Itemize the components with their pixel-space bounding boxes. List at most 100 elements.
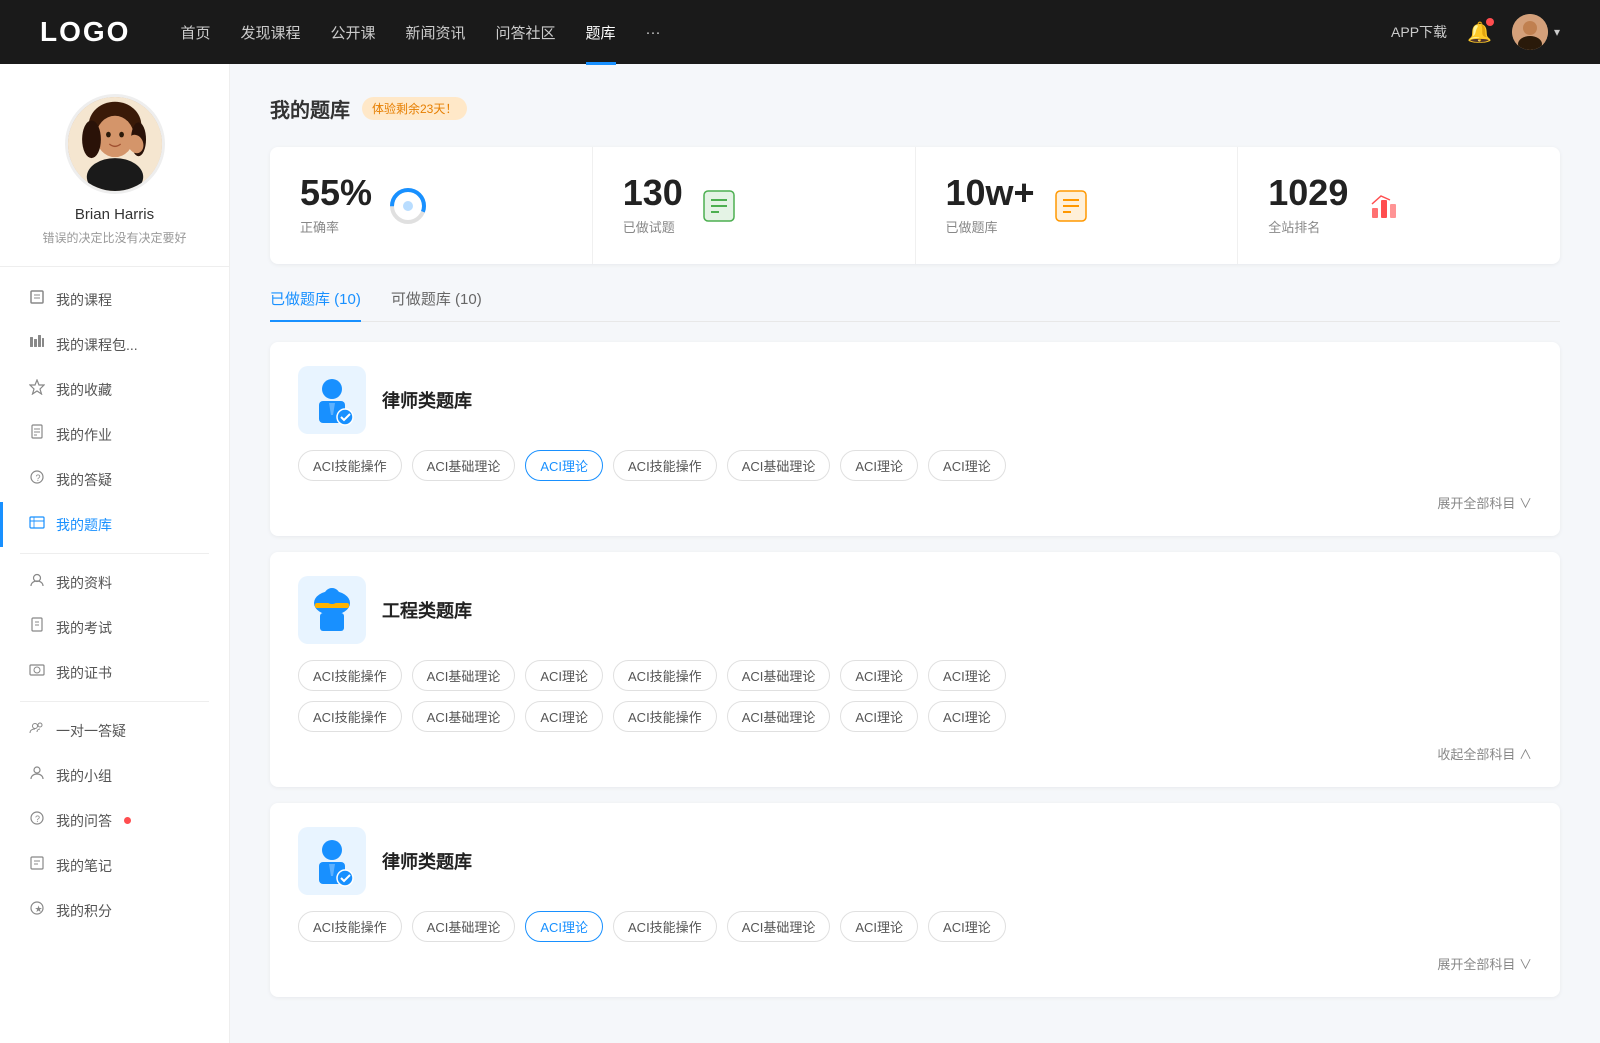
stat-questions-text: 130 已做试题	[623, 175, 683, 236]
bank-tag[interactable]: ACI基础理论	[412, 660, 516, 691]
bank-tag[interactable]: ACI基础理论	[727, 701, 831, 732]
app-download-link[interactable]: APP下载	[1391, 22, 1447, 42]
nav-links: 首页 发现课程 公开课 新闻资讯 问答社区 题库 ···	[180, 22, 1391, 43]
bank-tags-row-1: ACI技能操作 ACI基础理论 ACI理论 ACI技能操作 ACI基础理论 AC…	[298, 450, 1532, 481]
engineer-icon	[298, 576, 366, 644]
bank-tag[interactable]: ACI基础理论	[727, 660, 831, 691]
tab-available-banks[interactable]: 可做题库 (10)	[391, 288, 482, 321]
user-avatar-wrap[interactable]: ▾	[1512, 14, 1560, 50]
sidebar-label-my-courses: 我的课程	[56, 290, 112, 310]
bank-card-header-2: 工程类题库	[298, 576, 1532, 644]
avatar	[1512, 14, 1548, 50]
page-wrap: Brian Harris 错误的决定比没有决定要好 我的课程 我的课程包...	[0, 64, 1600, 1043]
sidebar-item-qa[interactable]: ? 我的答疑	[0, 457, 229, 502]
chart-red-icon	[1364, 186, 1404, 226]
bank-tag[interactable]: ACI理论	[525, 701, 603, 732]
bank-tag[interactable]: ACI技能操作	[613, 911, 717, 942]
bank-tag[interactable]: ACI理论	[928, 911, 1006, 942]
bank-tag[interactable]: ACI基础理论	[412, 701, 516, 732]
sidebar-item-course-package[interactable]: 我的课程包...	[0, 322, 229, 367]
stats-row: 55% 正确率 130 已做试题	[270, 147, 1560, 264]
bank-tag[interactable]: ACI理论	[840, 660, 918, 691]
tab-done-banks[interactable]: 已做题库 (10)	[270, 288, 361, 321]
sidebar-label-homework: 我的作业	[56, 425, 112, 445]
bank-title-3: 律师类题库	[382, 848, 472, 874]
stat-rank: 1029 全站排名	[1238, 147, 1560, 264]
bank-tag[interactable]: ACI理论	[928, 660, 1006, 691]
bank-tag[interactable]: ACI技能操作	[613, 660, 717, 691]
bank-tag[interactable]: ACI技能操作	[613, 450, 717, 481]
bank-tag[interactable]: ACI理论	[928, 450, 1006, 481]
sidebar-item-notes[interactable]: 我的笔记	[0, 843, 229, 888]
bank-card-header-1: 律师类题库	[298, 366, 1532, 434]
stat-banks-done: 10w+ 已做题库	[916, 147, 1239, 264]
list-orange-icon	[1051, 186, 1091, 226]
sidebar-label-questions: 我的问答	[56, 811, 112, 831]
bank-tag[interactable]: ACI理论	[525, 660, 603, 691]
list-green-icon	[699, 186, 739, 226]
page-header: 我的题库 体验剩余23天！	[270, 94, 1560, 123]
sidebar-item-my-courses[interactable]: 我的课程	[0, 277, 229, 322]
sidebar-item-group[interactable]: 我的小组	[0, 753, 229, 798]
nav-bank[interactable]: 题库	[586, 22, 616, 43]
stat-accuracy: 55% 正确率	[270, 147, 593, 264]
nav-open-course[interactable]: 公开课	[330, 22, 375, 43]
stat-accuracy-label: 正确率	[300, 217, 372, 236]
sidebar-item-favorites[interactable]: 我的收藏	[0, 367, 229, 412]
bank-collapse-link[interactable]: 收起全部科目 ∧	[298, 744, 1532, 763]
nav-discover[interactable]: 发现课程	[240, 22, 300, 43]
svg-text:★: ★	[35, 904, 43, 914]
stat-banks-value: 10w+	[946, 175, 1035, 211]
sidebar-item-tutoring[interactable]: 一对一答疑	[0, 708, 229, 753]
cert-icon	[28, 662, 46, 683]
bank-tags-row-2a: ACI技能操作 ACI基础理论 ACI理论 ACI技能操作 ACI基础理论 AC…	[298, 660, 1532, 691]
nav-qa[interactable]: 问答社区	[496, 22, 556, 43]
bank-tag-active[interactable]: ACI理论	[525, 450, 603, 481]
sidebar-label-notes: 我的笔记	[56, 856, 112, 876]
bank-tag[interactable]: ACI基础理论	[412, 450, 516, 481]
sidebar-label-qa: 我的答疑	[56, 470, 112, 490]
bank-tag-active[interactable]: ACI理论	[525, 911, 603, 942]
sidebar-item-bank[interactable]: 我的题库	[0, 502, 229, 547]
bank-tag[interactable]: ACI技能操作	[298, 911, 402, 942]
bank-tag[interactable]: ACI技能操作	[298, 450, 402, 481]
bank-tag[interactable]: ACI理论	[840, 450, 918, 481]
bank-tag[interactable]: ACI理论	[840, 911, 918, 942]
sidebar-item-certificate[interactable]: 我的证书	[0, 650, 229, 695]
logo: LOGO	[40, 16, 130, 48]
bank-tag[interactable]: ACI理论	[840, 701, 918, 732]
sidebar-item-points[interactable]: ★ 我的积分	[0, 888, 229, 933]
sidebar-divider-2	[20, 701, 209, 702]
bank-card-lawyer-1: 律师类题库 ACI技能操作 ACI基础理论 ACI理论 ACI技能操作 ACI基…	[270, 342, 1560, 536]
question-red-dot	[124, 817, 131, 824]
stat-rank-value: 1029	[1268, 175, 1348, 211]
notification-dot	[1486, 18, 1494, 26]
sidebar-item-profile[interactable]: 我的资料	[0, 560, 229, 605]
bell-icon[interactable]: 🔔	[1467, 20, 1492, 45]
sidebar-menu: 我的课程 我的课程包... 我的收藏 我的作业	[0, 267, 229, 943]
bank-tag[interactable]: ACI技能操作	[298, 660, 402, 691]
sidebar-item-exam[interactable]: 我的考试	[0, 605, 229, 650]
sidebar-label-points: 我的积分	[56, 901, 112, 921]
user-motto: 错误的决定比没有决定要好	[42, 229, 186, 246]
nav-home[interactable]: 首页	[180, 22, 210, 43]
question-icon: ?	[28, 810, 46, 831]
bank-tag[interactable]: ACI基础理论	[412, 911, 516, 942]
nav-news[interactable]: 新闻资讯	[406, 22, 466, 43]
bank-expand-link-1[interactable]: 展开全部科目 ∨	[298, 493, 1532, 512]
bank-tag[interactable]: ACI技能操作	[613, 701, 717, 732]
nav-more[interactable]: ···	[646, 24, 661, 41]
bank-icon	[28, 514, 46, 535]
lawyer-icon-1	[298, 366, 366, 434]
group-icon	[28, 765, 46, 786]
bank-title-1: 律师类题库	[382, 387, 472, 413]
bank-tag[interactable]: ACI技能操作	[298, 701, 402, 732]
sidebar-item-questions[interactable]: ? 我的问答	[0, 798, 229, 843]
bank-tag[interactable]: ACI理论	[928, 701, 1006, 732]
bank-tag[interactable]: ACI基础理论	[727, 450, 831, 481]
sidebar-item-homework[interactable]: 我的作业	[0, 412, 229, 457]
sidebar-label-profile: 我的资料	[56, 573, 112, 593]
bank-tag[interactable]: ACI基础理论	[727, 911, 831, 942]
bank-expand-link-3[interactable]: 展开全部科目 ∨	[298, 954, 1532, 973]
bank-tags-row-2b: ACI技能操作 ACI基础理论 ACI理论 ACI技能操作 ACI基础理论 AC…	[298, 701, 1532, 732]
